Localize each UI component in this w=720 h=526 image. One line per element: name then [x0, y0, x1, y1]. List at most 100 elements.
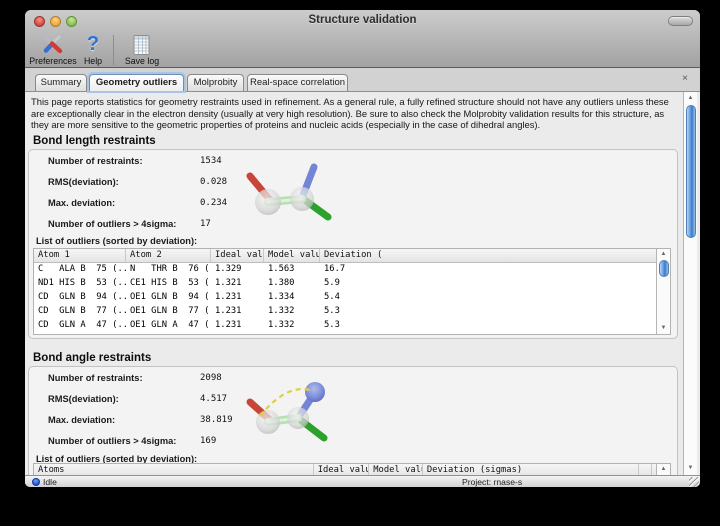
- bl-col-atom1[interactable]: Atom 1: [34, 249, 126, 262]
- save-log-label: Save log: [119, 56, 165, 66]
- tab-summary[interactable]: Summary: [35, 74, 87, 91]
- cell: 1.332: [264, 319, 320, 333]
- main-scrollbar-thumb[interactable]: [686, 105, 696, 238]
- ba-col-ideal[interactable]: Ideal value: [314, 464, 370, 475]
- status-bar: Idle Project: rnase-s: [25, 475, 700, 487]
- bl-outliers-label: Number of outliers > 4sigma:: [48, 219, 176, 229]
- bl-max-label: Max. deviation:: [48, 198, 115, 208]
- ba-rms-value: 4.517: [200, 394, 227, 404]
- bl-col-deviation[interactable]: Deviation (: [320, 249, 656, 262]
- cell: 1.231: [211, 319, 264, 333]
- titlebar[interactable]: Structure validation: [25, 10, 700, 32]
- toolbar-toggle-button[interactable]: [668, 16, 693, 26]
- status-dot-icon: [32, 478, 40, 486]
- scroll-down-icon[interactable]: ▼: [657, 324, 670, 333]
- bl-outliers-value: 17: [200, 219, 211, 229]
- spreadsheet-icon: [133, 34, 151, 56]
- help-label: Help: [78, 56, 108, 66]
- ba-col-model[interactable]: Model value: [369, 464, 423, 475]
- bond-angle-section-title: Bond angle restraints: [33, 352, 151, 364]
- toolbar-separator: [113, 35, 114, 65]
- ba-table-header: Atoms Ideal value Model value Deviation …: [34, 464, 656, 475]
- cell: 1.380: [264, 277, 320, 291]
- bl-table-scrollbar[interactable]: ▲ ▼: [656, 249, 670, 334]
- tools-icon: [40, 34, 66, 56]
- cell: CD GLN A 47 (...: [34, 319, 126, 333]
- bl-table-header: Atom 1 Atom 2 Ideal value Model value De…: [34, 249, 656, 263]
- bl-rms-value: 0.028: [200, 177, 227, 187]
- ba-rms-label: RMS(deviation):: [48, 394, 119, 404]
- toolbar: Preferences ? Help: [25, 32, 700, 68]
- table-row[interactable]: CD GLN B 77 (... OE1 GLN B 77 (... 1.231…: [34, 305, 656, 319]
- tab-geometry-outliers[interactable]: Geometry outliers: [89, 74, 184, 91]
- cell: 1.332: [264, 305, 320, 319]
- cell: 16.7: [320, 263, 656, 277]
- table-row[interactable]: CD GLN A 47 (... OE1 GLN A 47 (... 1.231…: [34, 319, 656, 333]
- tab-bar: Summary Geometry outliers Molprobity Rea…: [25, 68, 700, 91]
- table-row[interactable]: C ALA B 75 (... N THR B 76 (... 1.329 1.…: [34, 263, 656, 277]
- cell: 1.563: [264, 263, 320, 277]
- question-mark-icon: ?: [78, 34, 108, 56]
- cell: 1.231: [211, 291, 264, 305]
- desktop: Structure validation Preferences ? Help: [0, 0, 720, 526]
- tab-real-space-correlation[interactable]: Real-space correlation: [247, 74, 348, 91]
- scroll-up-icon[interactable]: ▲: [657, 465, 670, 474]
- intro-text: This page reports statistics for geometr…: [31, 96, 676, 131]
- resize-grip[interactable]: [689, 477, 699, 487]
- help-button[interactable]: ? Help: [78, 34, 108, 67]
- bond-angle-molecule-image: [238, 380, 338, 448]
- bond-length-molecule-image: [240, 160, 336, 230]
- cell: ND1 HIS B 53 (...: [34, 277, 126, 291]
- cell: 5.4: [320, 291, 656, 305]
- bl-restraints-value: 1534: [200, 156, 222, 166]
- table-row[interactable]: CD GLN B 94 (... OE1 GLN B 94 (... 1.231…: [34, 291, 656, 305]
- bl-col-ideal[interactable]: Ideal value: [211, 249, 264, 262]
- save-log-button[interactable]: Save log: [119, 34, 165, 67]
- bl-max-value: 0.234: [200, 198, 227, 208]
- ba-col-deviation[interactable]: Deviation (sigmas): [423, 464, 639, 475]
- scroll-up-icon[interactable]: ▲: [657, 250, 670, 259]
- cell: 1.231: [211, 305, 264, 319]
- cell: 5.3: [320, 305, 656, 319]
- window-chrome: Structure validation Preferences ? Help: [25, 10, 700, 68]
- cell: CE1 HIS B 53 (...: [126, 277, 211, 291]
- cell: CD GLN B 77 (...: [34, 305, 126, 319]
- cell: 5.3: [320, 319, 656, 333]
- ba-table-scrollbar[interactable]: ▲: [656, 464, 670, 475]
- bl-list-label: List of outliers (sorted by deviation):: [36, 236, 197, 246]
- bond-length-section-title: Bond length restraints: [33, 135, 156, 147]
- cell: OE1 GLN B 77 (...: [126, 305, 211, 319]
- cell: C ALA B 75 (...: [34, 263, 126, 277]
- scrollbar-thumb[interactable]: [659, 260, 669, 277]
- bond-angle-outliers-table: Atoms Ideal value Model value Deviation …: [33, 463, 671, 475]
- ba-col-blank[interactable]: [639, 464, 652, 475]
- cell: CD GLN B 94 (...: [34, 291, 126, 305]
- ba-restraints-value: 2098: [200, 373, 222, 383]
- cell: OE1 GLN A 47 (...: [126, 319, 211, 333]
- bl-col-model[interactable]: Model value: [264, 249, 320, 262]
- tab-molprobity[interactable]: Molprobity: [187, 74, 244, 91]
- cell: N THR B 76 (...: [126, 263, 211, 277]
- window-title: Structure validation: [25, 14, 700, 26]
- ba-max-value: 38.819: [200, 415, 233, 425]
- preferences-button[interactable]: Preferences: [27, 34, 79, 67]
- ba-restraints-label: Number of restraints:: [48, 373, 143, 383]
- close-tab-icon[interactable]: ×: [682, 73, 688, 85]
- cell: 1.329: [211, 263, 264, 277]
- status-text: Idle: [43, 477, 57, 487]
- cell: 1.321: [211, 277, 264, 291]
- bl-col-atom2[interactable]: Atom 2: [126, 249, 211, 262]
- preferences-label: Preferences: [27, 56, 79, 66]
- cell: 1.334: [264, 291, 320, 305]
- bl-restraints-label: Number of restraints:: [48, 156, 143, 166]
- ba-outliers-value: 169: [200, 436, 216, 446]
- scroll-down-icon[interactable]: ▼: [684, 464, 697, 473]
- main-scrollbar[interactable]: ▲ ▼: [683, 92, 697, 475]
- scroll-up-icon[interactable]: ▲: [684, 94, 697, 103]
- ba-col-atoms[interactable]: Atoms: [34, 464, 314, 475]
- cell: OE1 GLN B 94 (...: [126, 291, 211, 305]
- structure-validation-window: Structure validation Preferences ? Help: [25, 10, 700, 487]
- bond-length-outliers-table: Atom 1 Atom 2 Ideal value Model value De…: [33, 248, 671, 335]
- table-row[interactable]: ND1 HIS B 53 (... CE1 HIS B 53 (... 1.32…: [34, 277, 656, 291]
- ba-max-label: Max. deviation:: [48, 415, 115, 425]
